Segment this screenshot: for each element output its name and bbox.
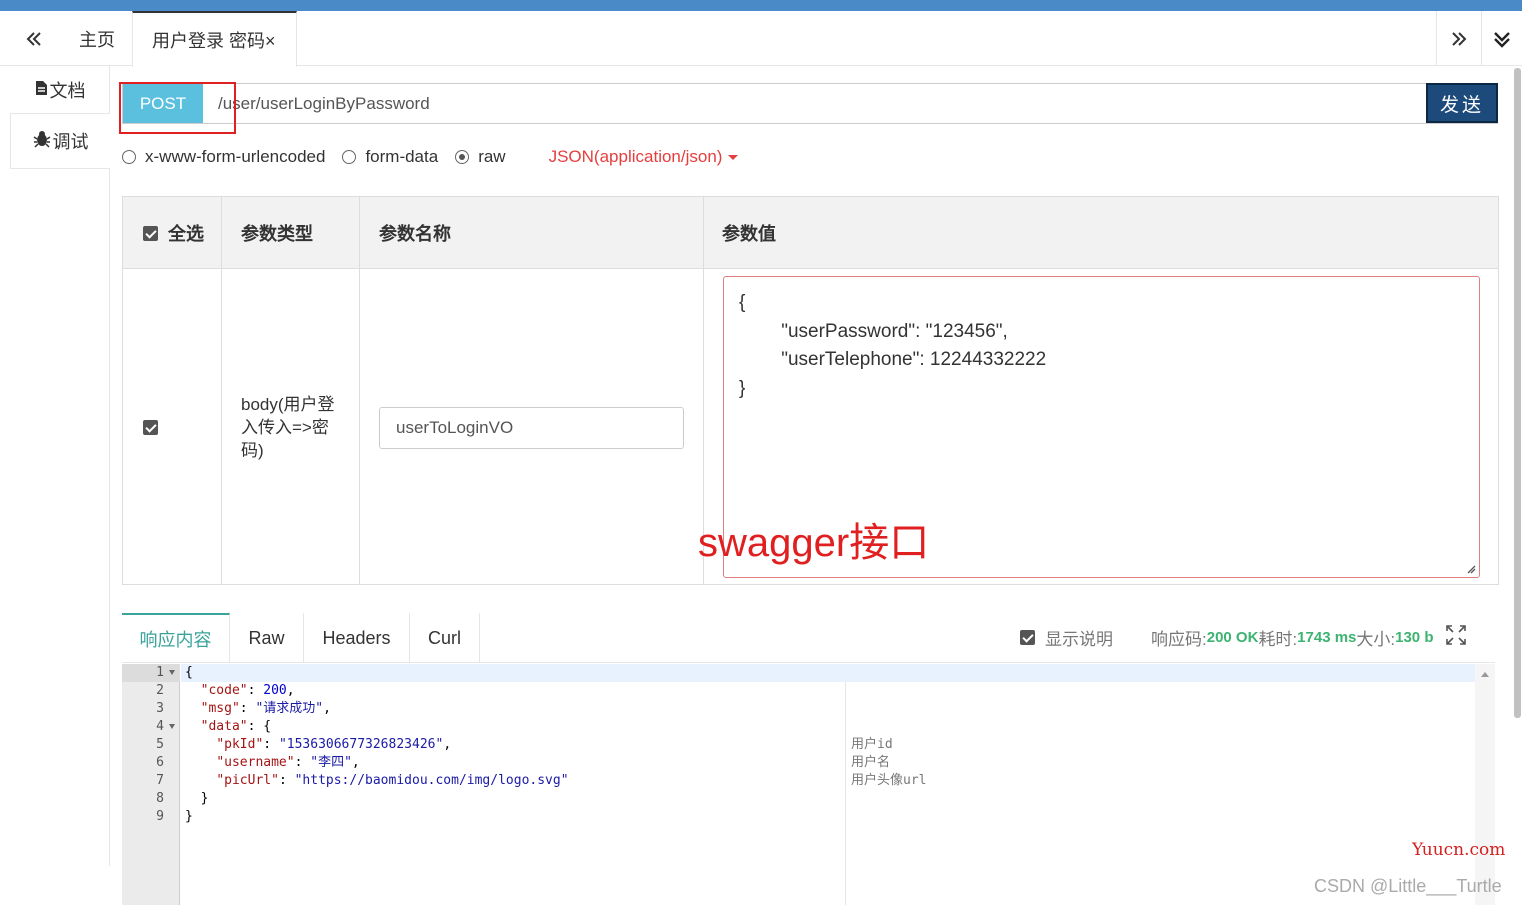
column-divider xyxy=(359,197,360,584)
param-value-text: { "userPassword": "123456", "userTelepho… xyxy=(739,292,1047,399)
status-code-value: 200 OK xyxy=(1206,628,1259,646)
line-number: 3 xyxy=(156,701,164,716)
response-editor[interactable]: 1 2 3 4 5 6 7 8 9 { "code": 200, "msg": … xyxy=(122,664,1495,905)
param-name-input[interactable]: userToLoginVO xyxy=(379,407,684,449)
document-icon xyxy=(35,80,48,101)
code-line: } xyxy=(185,809,193,824)
tab-curl[interactable]: Curl xyxy=(410,613,480,663)
content-type-raw[interactable]: raw xyxy=(455,147,506,167)
code-line: "pkId": "1536306677326823426", xyxy=(216,737,452,752)
tabs-scroll-right-icon[interactable] xyxy=(1436,11,1480,66)
response-meta: 显示说明 响应码: 200 OK 耗时: 1743 ms 大小: 130 b xyxy=(1020,624,1467,651)
line-number: 8 xyxy=(156,791,164,806)
tab-home[interactable]: 主页 xyxy=(62,11,132,66)
highlight-box xyxy=(119,82,236,134)
content-type-form-data[interactable]: form-data xyxy=(342,147,438,167)
code-line: "code": 200, xyxy=(200,683,295,698)
bug-icon xyxy=(33,130,51,153)
code-line: "msg": "请求成功", xyxy=(200,701,331,716)
side-menu: 文档 调试 xyxy=(10,66,110,866)
code-line: "username": "李四", xyxy=(216,755,360,770)
sidebar-item-debug[interactable]: 调试 xyxy=(10,113,110,169)
fold-icon[interactable] xyxy=(169,670,175,675)
scroll-up-icon[interactable] xyxy=(1481,672,1489,677)
editor-scrollbar[interactable] xyxy=(1475,664,1495,905)
page-scrollbar[interactable] xyxy=(1512,66,1522,721)
header-param-name: 参数名称 xyxy=(379,224,451,244)
header-param-type: 参数类型 xyxy=(241,224,313,244)
show-desc-label: 显示说明 xyxy=(1045,629,1113,649)
option-label: x-www-form-urlencoded xyxy=(145,147,326,166)
line-number: 9 xyxy=(156,809,164,824)
header-select-all: 全选 xyxy=(143,197,204,269)
tab-response-content[interactable]: 响应内容 xyxy=(122,613,230,663)
json-type-dropdown[interactable]: JSON(application/json) xyxy=(549,147,739,167)
send-button[interactable]: 发送 xyxy=(1426,83,1498,123)
content-type-urlencoded[interactable]: x-www-form-urlencoded xyxy=(122,147,325,167)
tab-bar: 主页 用户登录 密码× xyxy=(0,11,1522,67)
line-number: 6 xyxy=(156,755,164,770)
fullscreen-icon[interactable] xyxy=(1445,624,1467,651)
active-line-highlight xyxy=(181,664,1475,682)
comment-divider xyxy=(845,682,846,905)
option-label: form-data xyxy=(365,147,439,166)
header-param-value: 参数值 xyxy=(722,224,776,244)
column-divider xyxy=(221,197,222,584)
watermark-author: CSDN @Little___Turtle xyxy=(1314,876,1502,896)
size-label: 大小: xyxy=(1356,629,1396,649)
status-code-label: 响应码: xyxy=(1151,629,1207,649)
select-all-checkbox[interactable] xyxy=(143,225,158,241)
sidebar-item-docs[interactable]: 文档 xyxy=(10,66,110,114)
time-value: 1743 ms xyxy=(1297,628,1357,646)
header-label: 全选 xyxy=(168,224,204,244)
line-number: 2 xyxy=(156,683,164,698)
sidebar-item-label: 调试 xyxy=(52,132,89,152)
param-type-cell: body(用户登入传入=>密码) xyxy=(241,395,335,460)
fold-icon[interactable] xyxy=(169,724,175,729)
watermark-site: Yuucn.com xyxy=(1412,840,1506,860)
radio-checked-icon[interactable] xyxy=(455,150,470,164)
tab-headers[interactable]: Headers xyxy=(304,613,410,663)
content-type-options: x-www-form-urlencoded form-data raw JSON… xyxy=(122,144,739,170)
time-label: 耗时: xyxy=(1258,629,1298,649)
tab-raw[interactable]: Raw xyxy=(230,613,304,663)
tab-user-login-password[interactable]: 用户登录 密码× xyxy=(132,11,297,67)
code-line: } xyxy=(185,791,209,806)
top-color-bar xyxy=(0,0,1522,11)
code-line: "picUrl": "https://baomidou.com/img/logo… xyxy=(216,773,569,788)
caret-down-icon xyxy=(728,154,739,160)
line-number: 7 xyxy=(156,773,164,788)
page-scroll-thumb[interactable] xyxy=(1514,68,1521,718)
sidebar-item-label: 文档 xyxy=(49,81,86,101)
json-type-label: JSON(application/json) xyxy=(548,147,723,166)
resize-handle-icon[interactable] xyxy=(1466,564,1476,574)
tabs-scroll-left-icon[interactable] xyxy=(14,11,54,66)
field-comment: 用户头像url xyxy=(851,773,927,788)
code-line: "data": { xyxy=(200,719,272,734)
params-header xyxy=(123,197,1498,269)
row-checkbox[interactable] xyxy=(143,420,158,435)
annotation-text: swagger接口 xyxy=(698,521,930,565)
line-number: 5 xyxy=(156,737,164,752)
request-url-bar: POST /user/userLoginByPassword xyxy=(122,83,1498,124)
radio-icon[interactable] xyxy=(342,150,357,164)
line-gutter: 1 2 3 4 5 6 7 8 9 xyxy=(122,664,180,905)
field-comment: 用户名 xyxy=(851,755,891,770)
size-value: 130 b xyxy=(1395,628,1434,646)
radio-icon[interactable] xyxy=(122,150,136,164)
show-desc-checkbox[interactable] xyxy=(1020,629,1035,645)
tabs-dropdown-icon[interactable] xyxy=(1481,11,1522,66)
option-label: raw xyxy=(478,147,506,166)
code-line: { xyxy=(185,665,193,680)
field-comment: 用户id xyxy=(851,737,893,752)
url-input[interactable]: /user/userLoginByPassword xyxy=(218,84,430,123)
